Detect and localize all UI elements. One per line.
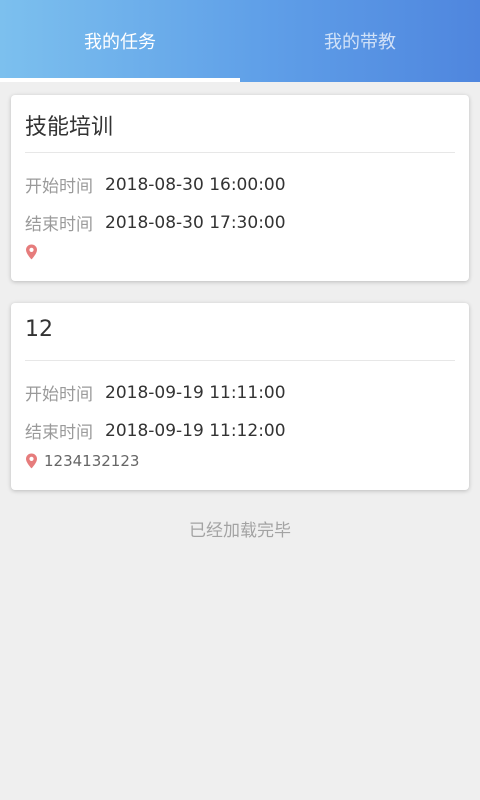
tab-bar: 我的任务 我的带教 [0, 0, 480, 82]
task-title: 技能培训 [25, 115, 114, 140]
start-time-label: 开始时间 [25, 177, 93, 197]
map-pin-icon [26, 244, 37, 260]
location-text: 1234132123 [44, 452, 140, 470]
start-time-row: 开始时间 2018-08-30 16:00:00 [25, 172, 286, 198]
start-time-value: 2018-08-30 16:00:00 [105, 174, 286, 195]
start-time-label: 开始时间 [25, 385, 93, 405]
card-divider [25, 360, 455, 361]
end-time-label: 结束时间 [25, 215, 93, 235]
card-divider [25, 152, 455, 153]
task-card[interactable]: 技能培训 开始时间 2018-08-30 16:00:00 结束时间 2018-… [11, 95, 469, 281]
loaded-status-text: 已经加载完毕 [189, 521, 291, 541]
location-row: 1234132123 [25, 452, 139, 470]
start-time-row: 开始时间 2018-09-19 11:11:00 [25, 380, 286, 406]
location-row [25, 244, 44, 260]
map-pin-icon [26, 453, 37, 469]
task-card[interactable]: 12 开始时间 2018-09-19 11:11:00 结束时间 2018-09… [11, 303, 469, 490]
end-time-label: 结束时间 [25, 423, 93, 443]
end-time-row: 结束时间 2018-09-19 11:12:00 [25, 418, 286, 444]
active-tab-indicator [0, 78, 240, 82]
tab-my-tasks[interactable]: 我的任务 [0, 0, 240, 82]
end-time-row: 结束时间 2018-08-30 17:30:00 [25, 210, 286, 236]
tab-my-mentoring[interactable]: 我的带教 [240, 0, 480, 82]
end-time-value: 2018-08-30 17:30:00 [105, 212, 286, 233]
start-time-value: 2018-09-19 11:11:00 [105, 382, 286, 403]
task-title: 12 [25, 317, 53, 342]
tab-my-tasks-label: 我的任务 [84, 32, 156, 53]
end-time-value: 2018-09-19 11:12:00 [105, 420, 286, 441]
tab-my-mentoring-label: 我的带教 [324, 32, 396, 53]
